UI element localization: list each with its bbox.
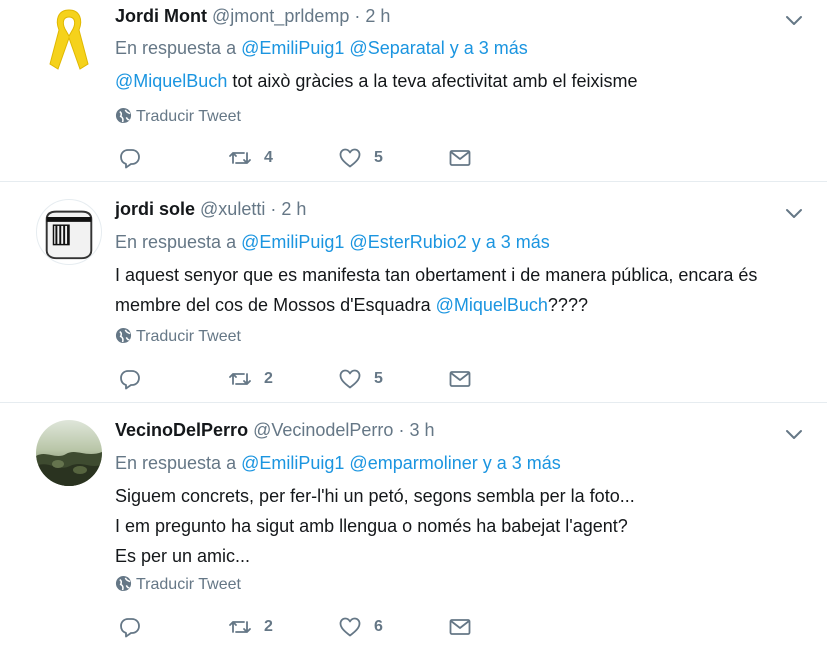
envelope-icon (449, 371, 471, 387)
tweet-actions: 2 6 (118, 614, 478, 640)
heart-icon (339, 369, 361, 389)
prison-bars-icon (45, 210, 93, 260)
more-mentions-link[interactable]: y a 3 más (472, 232, 550, 252)
username[interactable]: @VecinodelPerro (253, 420, 393, 440)
timestamp[interactable]: 2 h (281, 199, 306, 219)
translate-tweet-link[interactable]: Traducir Tweet (115, 107, 241, 126)
display-name[interactable]: Jordi Mont (115, 6, 207, 26)
heart-icon (339, 148, 361, 168)
display-name[interactable]: jordi sole (115, 199, 195, 219)
reply-icon (120, 370, 140, 390)
tweet-text: @MiquelBuch tot això gràcies a la teva a… (115, 66, 815, 96)
retweet-button[interactable]: 2 (228, 614, 273, 640)
like-button[interactable]: 5 (338, 145, 383, 171)
retweet-count: 4 (264, 149, 273, 166)
tweet-text-line: I em pregunto ha sigut amb llengua o nom… (115, 516, 628, 536)
direct-message-button[interactable] (448, 614, 472, 640)
globe-icon (115, 575, 132, 592)
like-count: 6 (374, 618, 383, 635)
tweet-text-body: ???? (547, 295, 588, 315)
avatar[interactable] (36, 199, 102, 265)
retweet-icon (229, 621, 251, 633)
reply-button[interactable] (118, 145, 142, 171)
avatar[interactable] (36, 6, 102, 72)
reply-icon (120, 618, 140, 638)
mention-link[interactable]: @EmiliPuig1 (241, 38, 344, 58)
profile-photo-icon (36, 420, 102, 486)
translate-tweet-link[interactable]: Traducir Tweet (115, 575, 241, 594)
tweet-actions: 2 5 (118, 366, 478, 392)
reply-context: En respuesta a @EmiliPuig1 @Separatal y … (115, 38, 528, 59)
timestamp[interactable]: 2 h (365, 6, 390, 26)
envelope-icon (449, 619, 471, 635)
yellow-ribbon-icon (49, 9, 89, 70)
separator-dot: · (354, 6, 361, 26)
chevron-down-icon[interactable] (782, 8, 806, 32)
translate-tweet-link[interactable]: Traducir Tweet (115, 327, 241, 346)
tweet-text-line: Siguem concrets, per fer-l'hi un petó, s… (115, 486, 635, 506)
tweet-text-body: tot això gràcies a la teva afectivitat a… (227, 71, 638, 91)
reply-context: En respuesta a @EmiliPuig1 @emparmoliner… (115, 453, 561, 474)
tweet-text-line: membre del cos de Mossos d'Esquadra @Miq… (115, 290, 815, 320)
reply-button[interactable] (118, 614, 142, 640)
direct-message-button[interactable] (448, 366, 472, 392)
tweet-text-line: Es per un amic... (115, 546, 251, 566)
mention-link[interactable]: @EmiliPuig1 (241, 453, 344, 473)
like-button[interactable]: 5 (338, 366, 383, 392)
retweet-count: 2 (264, 370, 273, 387)
username[interactable]: @jmont_prldemp (212, 6, 349, 26)
mention-link[interactable]: @Separatal (349, 38, 444, 58)
reply-prefix: En respuesta a (115, 38, 237, 58)
tweet-text-line: I aquest senyor que es manifesta tan obe… (115, 265, 758, 285)
tweet-header: VecinoDelPerro @VecinodelPerro · 3 h (115, 420, 435, 441)
tweet-text: Siguem concrets, per fer-l'hi un petó, s… (115, 481, 815, 571)
translate-label: Traducir Tweet (136, 108, 241, 125)
like-count: 5 (374, 149, 383, 166)
reply-button[interactable] (118, 366, 142, 392)
direct-message-button[interactable] (448, 145, 472, 171)
retweet-icon (229, 152, 251, 164)
mention-link[interactable]: @MiquelBuch (436, 295, 548, 315)
retweet-icon (229, 373, 251, 385)
envelope-icon (449, 150, 471, 166)
translate-label: Traducir Tweet (136, 328, 241, 345)
mention-link[interactable]: @MiquelBuch (115, 71, 227, 91)
retweet-button[interactable]: 2 (228, 366, 273, 392)
globe-icon (115, 107, 132, 124)
like-count: 5 (374, 370, 383, 387)
separator-dot: · (270, 199, 277, 219)
chevron-down-icon[interactable] (782, 422, 806, 446)
retweet-button[interactable]: 4 (228, 145, 273, 171)
tweet[interactable]: Jordi Mont @jmont_prldemp · 2 h En respu… (0, 0, 827, 181)
reply-prefix: En respuesta a (115, 232, 237, 252)
heart-icon (339, 617, 361, 637)
chevron-down-icon[interactable] (782, 201, 806, 225)
reply-icon (120, 149, 140, 169)
reply-prefix: En respuesta a (115, 453, 237, 473)
mention-link[interactable]: @emparmoliner (349, 453, 477, 473)
translate-label: Traducir Tweet (136, 576, 241, 593)
tweet-text-body: membre del cos de Mossos d'Esquadra (115, 295, 436, 315)
username[interactable]: @xuletti (200, 199, 265, 219)
tweet-header: jordi sole @xuletti · 2 h (115, 199, 306, 220)
tweet-text: I aquest senyor que es manifesta tan obe… (115, 260, 815, 320)
tweet-header: Jordi Mont @jmont_prldemp · 2 h (115, 6, 390, 27)
timestamp[interactable]: 3 h (409, 420, 434, 440)
reply-context: En respuesta a @EmiliPuig1 @EsterRubio2 … (115, 232, 550, 253)
tweet-actions: 4 5 (118, 145, 478, 171)
tweet[interactable]: jordi sole @xuletti · 2 h En respuesta a… (0, 182, 827, 402)
display-name[interactable]: VecinoDelPerro (115, 420, 248, 440)
tweet[interactable]: VecinoDelPerro @VecinodelPerro · 3 h En … (0, 403, 827, 648)
globe-icon (115, 327, 132, 344)
more-mentions-link[interactable]: y a 3 más (450, 38, 528, 58)
mention-link[interactable]: @EsterRubio2 (349, 232, 466, 252)
retweet-count: 2 (264, 618, 273, 635)
mention-link[interactable]: @EmiliPuig1 (241, 232, 344, 252)
separator-dot: · (398, 420, 405, 440)
like-button[interactable]: 6 (338, 614, 383, 640)
avatar[interactable] (36, 420, 102, 486)
more-mentions-link[interactable]: y a 3 más (483, 453, 561, 473)
